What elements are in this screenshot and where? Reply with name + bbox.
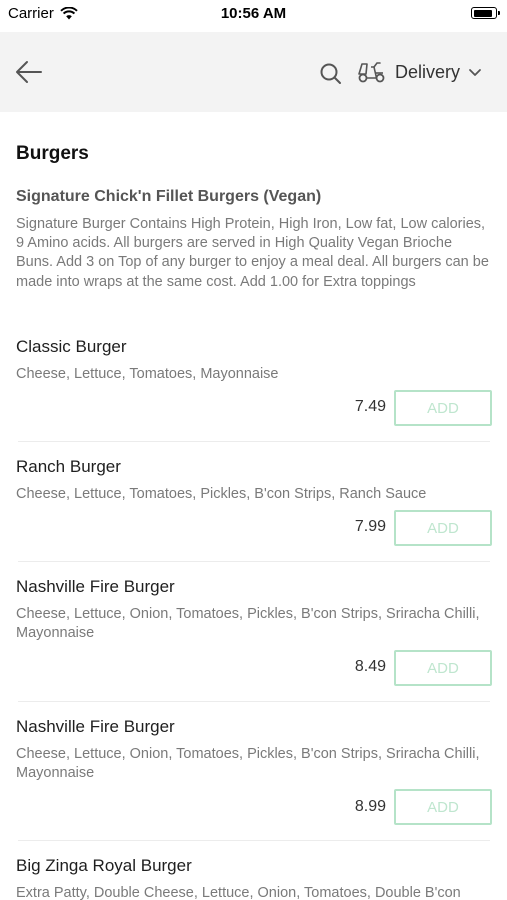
add-button[interactable]: ADD [394, 789, 492, 825]
item-price: 8.49 [354, 658, 386, 675]
item-description: Cheese, Lettuce, Tomatoes, Pickles, B'co… [16, 486, 427, 502]
menu-list[interactable]: Burgers Signature Chick'n Fillet Burgers… [0, 112, 507, 900]
divider [18, 840, 490, 841]
item-price: 7.49 [354, 398, 386, 415]
search-icon [320, 63, 341, 84]
delivery-label: Delivery [395, 61, 461, 82]
delivery-mode-selector[interactable]: Delivery [357, 58, 482, 86]
item-description: Extra Patty, Double Cheese, Lettuce, Oni… [16, 885, 461, 900]
item-name: Big Zinga Royal Burger [16, 856, 192, 875]
category-title: Signature Chick'n Fillet Burgers (Vegan) [16, 188, 322, 205]
status-bar: Carrier 10:56 AM [0, 0, 507, 30]
item-description: Cheese, Lettuce, Onion, Tomatoes, Pickle… [16, 606, 480, 642]
item-description: Cheese, Lettuce, Tomatoes, Mayonnaise [16, 366, 279, 382]
add-button[interactable]: ADD [394, 390, 492, 426]
add-button[interactable]: ADD [394, 650, 492, 686]
menu-item[interactable]: Classic Burger Cheese, Lettuce, Tomatoes… [16, 337, 490, 384]
header: Delivery [0, 32, 507, 112]
chevron-down-icon [469, 69, 481, 76]
menu-item[interactable]: Nashville Fire Burger Cheese, Lettuce, O… [16, 717, 490, 783]
item-price: 7.99 [354, 518, 386, 535]
category-description: Signature Burger Contains High Protein, … [16, 216, 489, 290]
section-title: Burgers [16, 143, 89, 164]
divider [18, 441, 490, 442]
item-description: Cheese, Lettuce, Onion, Tomatoes, Pickle… [16, 746, 480, 782]
item-name: Nashville Fire Burger [16, 577, 175, 596]
status-time: 10:56 AM [220, 5, 287, 22]
item-name: Nashville Fire Burger [16, 717, 175, 736]
battery-icon [471, 7, 500, 19]
back-arrow-icon [16, 61, 42, 83]
scooter-icon [358, 62, 385, 83]
search-button[interactable] [318, 61, 344, 87]
menu-item[interactable]: Big Zinga Royal Burger Extra Patty, Doub… [16, 856, 490, 900]
back-button[interactable] [14, 58, 44, 86]
item-price: 8.99 [354, 798, 386, 815]
item-name: Ranch Burger [16, 457, 121, 476]
item-name: Classic Burger [16, 337, 127, 356]
add-button[interactable]: ADD [394, 510, 492, 546]
divider [18, 701, 490, 702]
battery-fill [473, 9, 492, 17]
divider [18, 561, 490, 562]
menu-item[interactable]: Nashville Fire Burger Cheese, Lettuce, O… [16, 577, 490, 643]
menu-item[interactable]: Ranch Burger Cheese, Lettuce, Tomatoes, … [16, 457, 490, 504]
